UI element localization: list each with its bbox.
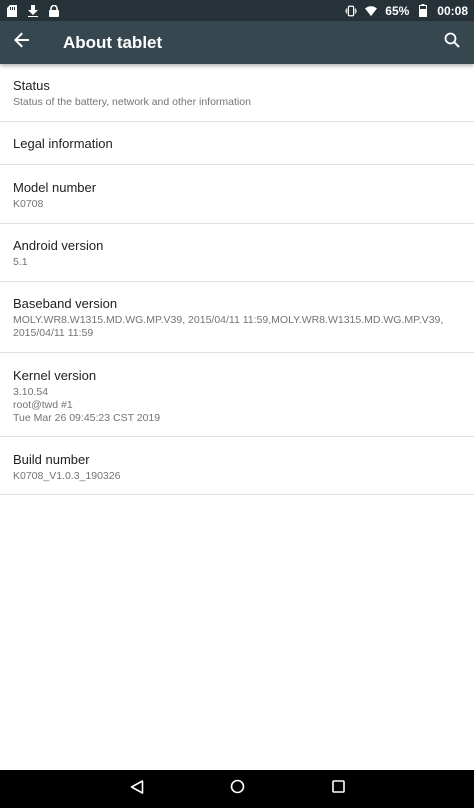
list-item-subtitle: 5.1: [13, 256, 28, 268]
battery-percent: 65%: [385, 3, 410, 18]
list-item-status[interactable]: Status Status of the battery, network an…: [0, 64, 474, 122]
list-item-subtitle-line: 2015/04/11 11:59: [13, 327, 94, 339]
nav-back-icon: [130, 779, 144, 799]
list-item-title: Kernel version: [13, 368, 97, 383]
list-item-title: Baseband version: [13, 296, 118, 311]
list-item-baseband-version[interactable]: Baseband version MOLY.WR8.W1315.MD.WG.MP…: [0, 282, 474, 353]
page-title: About tablet: [63, 32, 163, 52]
nav-back-button[interactable]: [117, 770, 157, 808]
lock-icon: [48, 4, 60, 17]
app-bar: About tablet: [0, 21, 474, 64]
list-item-title: Android version: [13, 238, 104, 253]
list-item-subtitle-line: MOLY.WR8.W1315.MD.WG.MP.V39, 2015/04/11 …: [13, 314, 444, 326]
list-item-model-number[interactable]: Model number K0708: [0, 165, 474, 224]
nav-home-button[interactable]: [217, 770, 257, 808]
wifi-icon: [365, 5, 378, 17]
list-item-subtitle-line: 3.10.54: [13, 386, 49, 398]
list-item-legal-information[interactable]: Legal information: [0, 122, 474, 165]
sd-card-icon: [6, 4, 18, 17]
list-item-title: Legal information: [13, 136, 113, 151]
list-item-title: Status: [13, 78, 50, 93]
status-left-icons: [6, 4, 60, 17]
nav-home-icon: [230, 779, 245, 799]
battery-icon: [417, 4, 429, 17]
list-item-kernel-version[interactable]: Kernel version 3.10.54 root@twd #1 Tue M…: [0, 353, 474, 437]
vibrate-icon: [345, 5, 358, 17]
list-item-subtitle: K0708_V1.0.3_190326: [13, 470, 121, 482]
search-icon: [444, 32, 460, 53]
status-bar: 65% 00:08: [0, 0, 474, 21]
back-button[interactable]: [0, 21, 44, 64]
list-item-build-number[interactable]: Build number K0708_V1.0.3_190326: [0, 437, 474, 495]
list-item-android-version[interactable]: Android version 5.1: [0, 224, 474, 282]
navigation-bar: [0, 770, 474, 808]
list-item-subtitle: K0708: [13, 198, 44, 210]
list-item-subtitle-line: Tue Mar 26 09:45:23 CST 2019: [13, 412, 161, 424]
status-right-icons: 65% 00:08: [345, 4, 468, 18]
nav-recents-button[interactable]: [318, 770, 358, 808]
list-item-subtitle-line: root@twd #1: [13, 399, 73, 411]
list-item-title: Build number: [13, 452, 90, 467]
clock: 00:08: [437, 3, 468, 18]
list-item-subtitle: Status of the battery, network and other…: [13, 96, 251, 108]
list-item-title: Model number: [13, 180, 97, 195]
download-icon: [27, 4, 39, 17]
search-button[interactable]: [430, 21, 474, 64]
settings-list: Status Status of the battery, network an…: [0, 64, 474, 495]
nav-recents-icon: [331, 780, 345, 798]
arrow-back-icon: [14, 32, 30, 53]
